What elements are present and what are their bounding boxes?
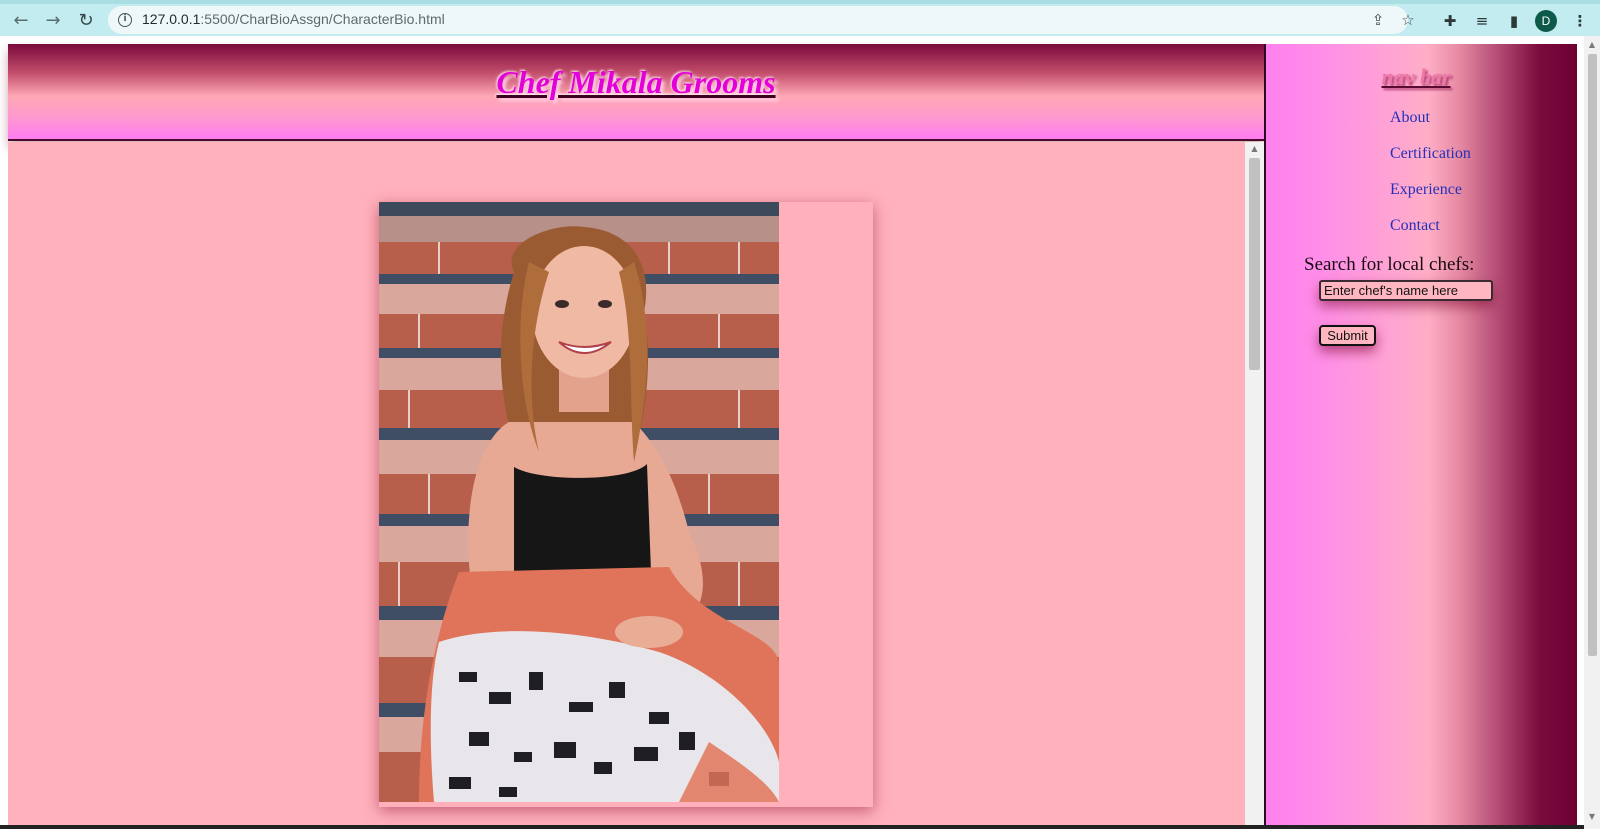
page-scroll-up-arrow-icon[interactable]: ▲: [1584, 40, 1600, 52]
window-bottom-edge: [0, 825, 1584, 829]
share-icon[interactable]: ⇪: [1368, 10, 1388, 30]
url-text[interactable]: 127.0.0.1:5500/CharBioAssgn/CharacterBio…: [142, 11, 445, 27]
browser-toolbar: ← → ↻ i 127.0.0.1:5500/CharBioAssgn/Char…: [0, 0, 1600, 36]
reload-icon[interactable]: ↻: [73, 7, 99, 33]
address-bar[interactable]: i 127.0.0.1:5500/CharBioAssgn/CharacterB…: [108, 6, 1415, 34]
page-header: Chef Mikala Grooms: [8, 44, 1264, 141]
side-panel-icon[interactable]: ▮: [1502, 9, 1526, 33]
extensions-puzzle-icon[interactable]: ✚: [1438, 9, 1462, 33]
bookmark-star-icon[interactable]: ☆: [1398, 10, 1418, 30]
submit-button[interactable]: Submit: [1319, 325, 1376, 346]
nav-heading: nav bar: [1381, 64, 1451, 89]
content-scrollbar[interactable]: ▲: [1245, 142, 1264, 829]
page-viewport: Chef Mikala Grooms ▲ nav bar About Certi…: [0, 36, 1600, 829]
search-label: Search for local chefs:: [1304, 254, 1475, 275]
nav-item-certification: Certification: [1390, 145, 1471, 181]
nav-link-contact[interactable]: Contact: [1390, 217, 1440, 234]
profile-avatar[interactable]: D: [1535, 10, 1557, 32]
chef-search-input[interactable]: [1319, 280, 1493, 301]
photo-frame: [379, 202, 873, 807]
main-content: [8, 142, 1245, 829]
site-info-icon[interactable]: i: [118, 13, 132, 27]
page-scrollbar[interactable]: ▲ ▼: [1584, 36, 1600, 829]
nav-link-certification[interactable]: Certification: [1390, 145, 1471, 162]
nav-link-about[interactable]: About: [1390, 109, 1430, 126]
scroll-up-arrow-icon[interactable]: ▲: [1245, 144, 1264, 156]
nav-sidebar: nav bar About Certification Experience C…: [1264, 44, 1577, 829]
more-menu-icon[interactable]: ⋮: [1568, 9, 1592, 33]
nav-item-experience: Experience: [1390, 181, 1471, 217]
page-title: Chef Mikala Grooms: [496, 64, 776, 100]
back-arrow-icon[interactable]: ←: [8, 7, 34, 33]
page-scroll-down-arrow-icon[interactable]: ▼: [1584, 812, 1600, 824]
chef-portrait-image: [379, 202, 779, 802]
nav-link-experience[interactable]: Experience: [1390, 181, 1462, 198]
nav-list: About Certification Experience Contact: [1390, 109, 1471, 253]
forward-arrow-icon[interactable]: →: [40, 7, 66, 33]
page-scroll-thumb[interactable]: [1588, 54, 1597, 656]
nav-item-about: About: [1390, 109, 1471, 145]
media-queue-icon[interactable]: ≡: [1470, 9, 1494, 33]
nav-item-contact: Contact: [1390, 217, 1471, 253]
content-scroll-thumb[interactable]: [1249, 158, 1260, 370]
